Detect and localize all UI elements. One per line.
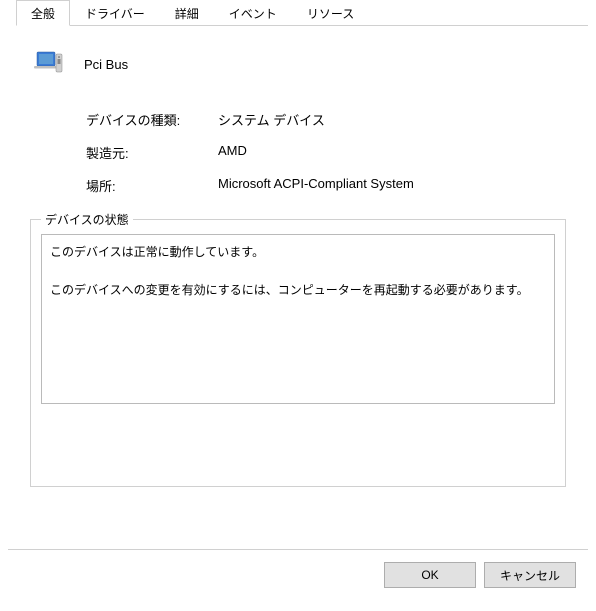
device-header: Pci Bus [30, 46, 570, 82]
info-row-manufacturer: 製造元: AMD [86, 143, 570, 162]
ok-button[interactable]: OK [384, 562, 476, 588]
info-row-location: 場所: Microsoft ACPI-Compliant System [86, 176, 570, 195]
info-row-type: デバイスの種類: システム デバイス [86, 110, 570, 129]
device-status-fieldset: デバイスの状態 [30, 219, 566, 487]
device-name: Pci Bus [84, 57, 128, 72]
tab-strip: 全般 ドライバー 詳細 イベント リソース [16, 0, 588, 26]
button-bar: OK キャンセル [384, 562, 576, 588]
button-separator [8, 549, 588, 550]
manufacturer-value: AMD [218, 143, 570, 162]
tab-driver[interactable]: ドライバー [70, 0, 160, 26]
device-status-legend: デバイスの状態 [41, 211, 133, 228]
cancel-button[interactable]: キャンセル [484, 562, 576, 588]
device-info: デバイスの種類: システム デバイス 製造元: AMD 場所: Microsof… [86, 110, 570, 195]
manufacturer-label: 製造元: [86, 143, 218, 162]
device-type-label: デバイスの種類: [86, 110, 218, 129]
device-status-textarea[interactable] [41, 234, 555, 404]
location-label: 場所: [86, 176, 218, 195]
tab-general[interactable]: 全般 [16, 0, 70, 26]
device-type-value: システム デバイス [218, 110, 570, 129]
tab-content: Pci Bus デバイスの種類: システム デバイス 製造元: AMD 場所: … [8, 26, 588, 497]
tab-events[interactable]: イベント [214, 0, 292, 26]
device-properties-dialog: 全般 ドライバー 詳細 イベント リソース Pci Bus デバイスの種類: [8, 0, 588, 600]
tab-details[interactable]: 詳細 [160, 0, 214, 26]
tab-resources[interactable]: リソース [292, 0, 369, 26]
computer-icon [30, 46, 66, 82]
location-value: Microsoft ACPI-Compliant System [218, 176, 570, 195]
